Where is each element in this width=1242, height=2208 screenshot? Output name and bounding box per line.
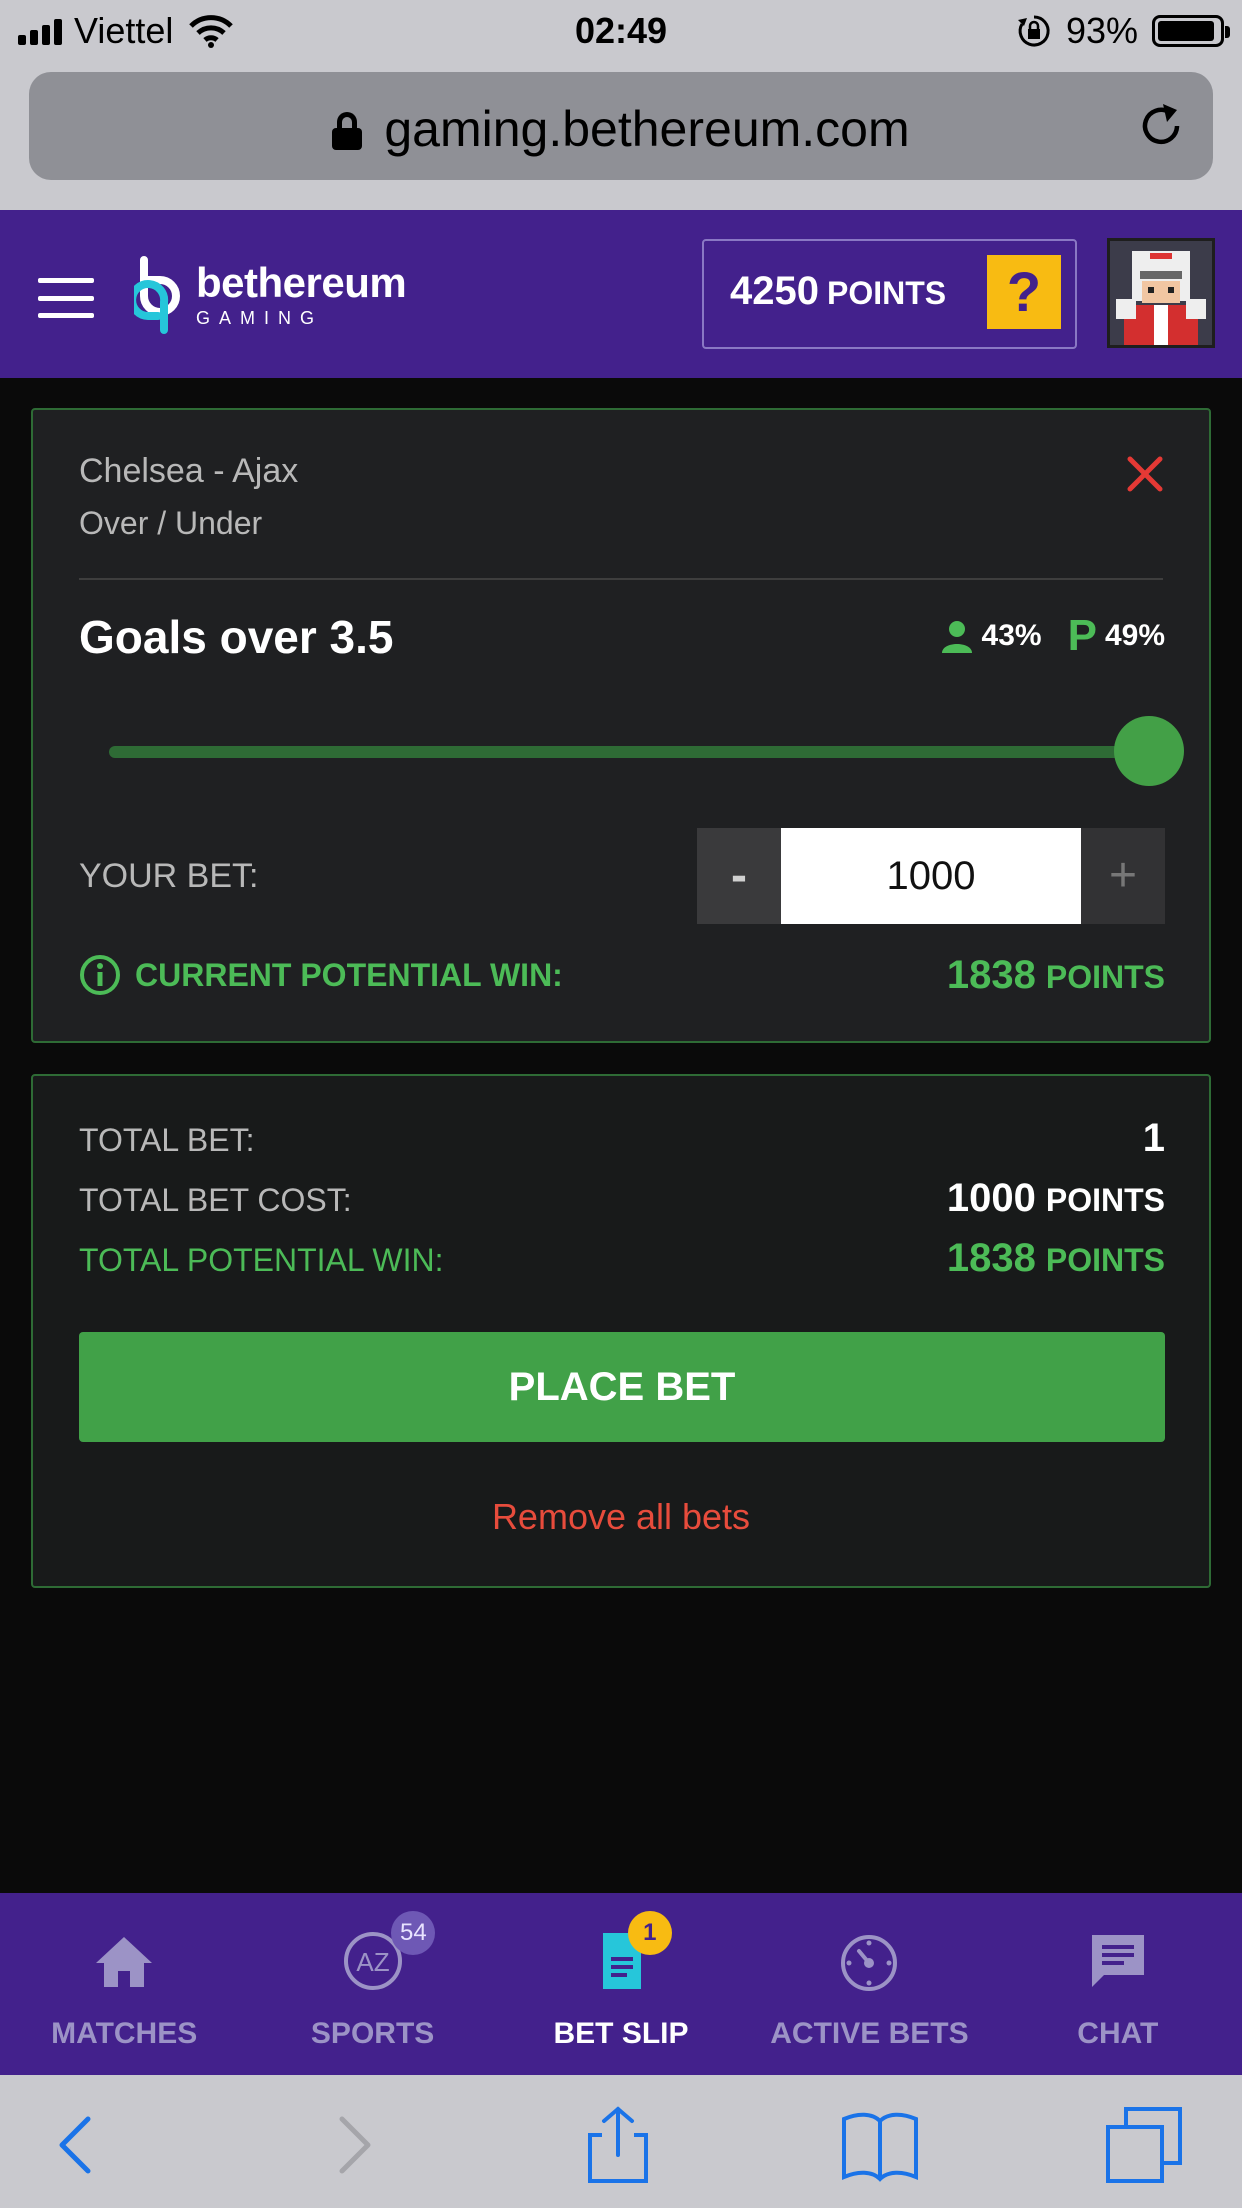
back-icon[interactable] [38, 2105, 118, 2185]
total-cost-unit: POINTS [1045, 1182, 1165, 1218]
market-name: Over / Under [79, 505, 263, 541]
battery-fill [1158, 21, 1214, 41]
tabs-icon[interactable] [1104, 2105, 1184, 2185]
bet-amount-input[interactable]: 1000 [781, 828, 1081, 924]
total-bet-row: TOTAL BET: 1 [79, 1116, 1165, 1161]
logo-name: bethereum [196, 258, 407, 306]
points-value: 4250 [730, 269, 819, 313]
selection-name: Goals over 3.5 [79, 611, 394, 663]
p-percentage-value: 49% [1104, 619, 1165, 652]
total-win-row: TOTAL POTENTIAL WIN: 1838 POINTS [79, 1236, 1165, 1281]
svg-text:AZ: AZ [356, 1947, 389, 1977]
logo-subtitle: GAMING [196, 307, 324, 328]
total-bet-value: 1 [1142, 1116, 1165, 1160]
menu-icon[interactable] [38, 278, 94, 318]
p-percentage: P 49% [1067, 611, 1165, 660]
bet-stats: 43% P 49% [940, 611, 1165, 660]
help-button[interactable]: ? [987, 255, 1061, 329]
timer-icon [841, 1935, 898, 1991]
bet-slider-thumb[interactable] [1114, 716, 1184, 786]
points-unit: POINTS [826, 275, 947, 311]
bet-item-card: Chelsea - Ajax Over / Under Goals over 3… [31, 408, 1211, 1043]
potential-win-row: CURRENT POTENTIAL WIN: 1838 POINTS [79, 950, 1165, 1000]
potential-win-value: 1838 [946, 952, 1036, 997]
address-bar[interactable]: gaming.bethereum.com [29, 72, 1213, 180]
user-icon [941, 621, 972, 653]
battery-percent: 93% [1065, 10, 1138, 51]
p-icon: P [1067, 611, 1097, 660]
increase-button[interactable]: + [1081, 828, 1165, 924]
url-display: gaming.bethereum.com [29, 100, 1213, 158]
potential-win-label: CURRENT POTENTIAL WIN: [135, 956, 563, 993]
total-cost-label: TOTAL BET COST: [79, 1182, 352, 1218]
close-icon[interactable] [1125, 454, 1165, 494]
match-name: Chelsea - Ajax [79, 452, 299, 490]
points-balance[interactable]: 4250 POINTS ? [702, 239, 1077, 349]
status-right: 93% [1016, 10, 1230, 52]
bet-slider-track[interactable] [109, 746, 1149, 758]
your-bet-label: YOUR BET: [79, 857, 259, 895]
status-bar: Viettel 02:49 93% [0, 0, 1242, 62]
nav-sports[interactable]: AZ 54 SPORTS [248, 1893, 496, 2075]
avatar[interactable] [1107, 238, 1215, 348]
user-percentage-value: 43% [981, 619, 1042, 652]
potential-win-unit: POINTS [1045, 958, 1165, 995]
nav-matches-label: MATCHES [51, 2017, 198, 2050]
nav-chat[interactable]: CHAT [994, 1893, 1242, 2075]
nav-active-bets-label: ACTIVE BETS [770, 2017, 969, 2050]
total-cost-row: TOTAL BET COST: 1000 POINTS [79, 1176, 1165, 1221]
nav-active-bets[interactable]: ACTIVE BETS [745, 1893, 993, 2075]
bet-slip-count-badge: 1 [627, 1911, 672, 1955]
place-bet-button[interactable]: PLACE BET [79, 1332, 1165, 1442]
share-icon[interactable] [578, 2105, 658, 2185]
user-percentage: 43% [940, 619, 1042, 653]
forward-icon[interactable] [312, 2105, 392, 2185]
total-win-label: TOTAL POTENTIAL WIN: [79, 1242, 444, 1278]
divider [79, 578, 1163, 580]
chat-icon [1091, 1935, 1144, 1987]
home-icon [96, 1937, 153, 1987]
bet-amount-stepper: - 1000 + [697, 828, 1165, 924]
nav-matches[interactable]: MATCHES [0, 1893, 248, 2075]
app-header: bethereum GAMING 4250 POINTS ? [0, 210, 1242, 378]
bet-summary-card: TOTAL BET: 1 TOTAL BET COST: 1000 POINTS … [31, 1074, 1211, 1588]
avatar-image [1110, 241, 1212, 345]
nav-sports-label: SPORTS [310, 2017, 435, 2050]
rotation-lock-icon [1017, 15, 1050, 47]
bethereum-logo-icon [134, 256, 180, 334]
info-icon[interactable] [79, 954, 121, 996]
nav-chat-label: CHAT [1077, 2017, 1159, 2050]
url-text: gaming.bethereum.com [384, 101, 910, 157]
browser-top: gaming.bethereum.com [0, 62, 1242, 210]
sports-count-badge: 54 [391, 1911, 436, 1955]
remove-all-bets-link[interactable]: Remove all bets [33, 1496, 1209, 1538]
nav-bet-slip-label: BET SLIP [553, 2017, 689, 2050]
total-bet-label: TOTAL BET: [79, 1122, 255, 1158]
bottom-nav: MATCHES AZ 54 SPORTS 1 BET SLIP ACTIVE B… [0, 1893, 1242, 2075]
logo[interactable]: bethereum GAMING [134, 256, 407, 334]
total-win-value: 1838 [946, 1236, 1036, 1280]
nav-bet-slip[interactable]: 1 BET SLIP [497, 1893, 745, 2075]
decrease-button[interactable]: - [697, 828, 781, 924]
browser-toolbar [0, 2075, 1242, 2208]
bookmarks-icon[interactable] [840, 2105, 920, 2185]
total-cost-value: 1000 [946, 1176, 1036, 1220]
reload-icon[interactable] [1135, 100, 1187, 152]
total-win-unit: POINTS [1045, 1242, 1165, 1278]
battery-icon [1152, 15, 1230, 47]
lock-icon [332, 112, 363, 150]
